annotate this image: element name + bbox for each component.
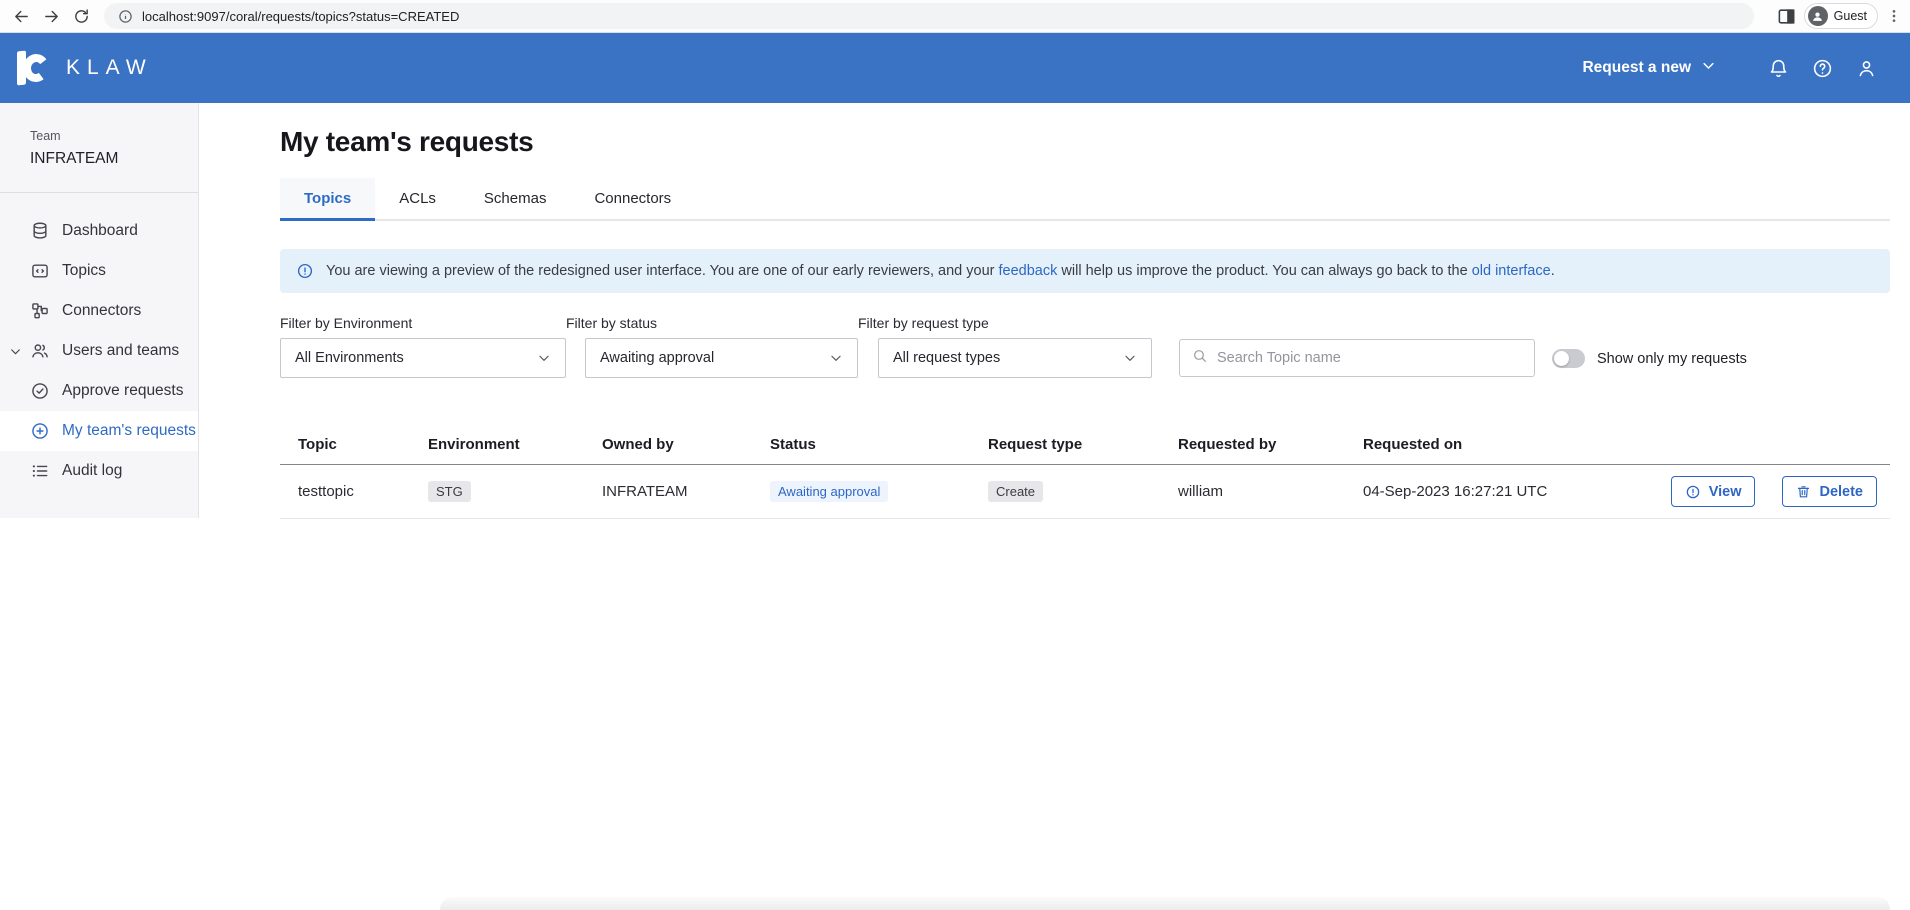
chevron-down-icon [1701, 58, 1716, 78]
sidebar-item-audit-log[interactable]: Audit log [0, 451, 198, 491]
sidebar-item-label: Connectors [62, 302, 141, 320]
status-filter-select[interactable]: Awaiting approval [585, 338, 858, 378]
request-type-filter-label: Filter by request type [858, 315, 1152, 331]
address-bar[interactable]: localhost:9097/coral/requests/topics?sta… [104, 3, 1754, 29]
request-type-badge: Create [988, 481, 1043, 502]
environment-badge: STG [428, 481, 471, 502]
col-environment: Environment [428, 436, 602, 453]
filters-bar: Filter by Environment All Environments F… [280, 315, 1890, 378]
bell-icon[interactable] [1756, 58, 1800, 79]
check-circle-icon [30, 381, 50, 401]
requests-table: Topic Environment Owned by Status Reques… [280, 425, 1890, 519]
status-filter-value: Awaiting approval [600, 350, 714, 366]
show-only-my-requests-toggle[interactable] [1552, 349, 1585, 368]
cell-requested-by: william [1178, 483, 1363, 500]
forward-icon[interactable] [36, 2, 66, 30]
sidebar-item-users-and-teams[interactable]: Users and teams [0, 331, 198, 371]
col-status: Status [770, 436, 988, 453]
plus-circle-icon [30, 421, 50, 441]
search-icon [1192, 348, 1208, 369]
sidebar-item-label: Users and teams [62, 342, 179, 360]
brand-name: KLAW [66, 56, 153, 80]
banner-text: You are viewing a preview of the redesig… [326, 263, 1555, 279]
status-badge: Awaiting approval [770, 481, 888, 502]
database-icon [30, 221, 50, 241]
sidebar-item-topics[interactable]: Topics [0, 251, 198, 291]
tab-topics[interactable]: Topics [280, 178, 375, 219]
status-filter-label: Filter by status [566, 315, 858, 331]
team-name: INFRATEAM [30, 150, 198, 168]
preview-banner: You are viewing a preview of the redesig… [280, 249, 1890, 293]
sidebar-item-label: Approve requests [62, 382, 184, 400]
chevron-down-icon[interactable] [9, 345, 22, 358]
environment-filter-label: Filter by Environment [280, 315, 566, 331]
sidebar-item-my-teams-requests[interactable]: My team's requests [0, 411, 198, 451]
sidebar-item-label: My team's requests [62, 422, 196, 440]
tab-acls[interactable]: ACLs [375, 178, 460, 219]
url-text[interactable]: localhost:9097/coral/requests/topics?sta… [142, 9, 459, 24]
request-type-tabs: Topics ACLs Schemas Connectors [280, 178, 1890, 221]
col-request-type: Request type [988, 436, 1178, 453]
help-icon[interactable] [1800, 58, 1844, 79]
cell-owned-by: INFRATEAM [602, 483, 770, 500]
people-icon [30, 341, 50, 361]
topic-box-icon [30, 261, 50, 281]
back-icon[interactable] [6, 2, 36, 30]
browser-toolbar: localhost:9097/coral/requests/topics?sta… [0, 0, 1910, 33]
reload-icon[interactable] [66, 2, 96, 30]
tab-schemas[interactable]: Schemas [460, 178, 571, 219]
profile-name: Guest [1834, 9, 1867, 23]
environment-filter-select[interactable]: All Environments [280, 338, 566, 378]
app-header: KLAW Request a new [0, 33, 1910, 103]
table-header-row: Topic Environment Owned by Status Reques… [280, 425, 1890, 465]
connectors-icon [30, 301, 50, 321]
col-requested-by: Requested by [1178, 436, 1363, 453]
trash-icon [1796, 484, 1811, 499]
topic-search [1179, 339, 1535, 377]
chevron-down-icon [537, 351, 551, 365]
chevron-down-icon [1123, 351, 1137, 365]
request-a-new-label: Request a new [1582, 59, 1691, 77]
toggle-label: Show only my requests [1597, 351, 1747, 367]
feedback-link[interactable]: feedback [999, 263, 1058, 279]
kebab-menu-icon[interactable] [1886, 8, 1902, 24]
sidebar-item-connectors[interactable]: Connectors [0, 291, 198, 331]
delete-button[interactable]: Delete [1782, 476, 1877, 507]
site-info-icon[interactable] [118, 9, 133, 24]
team-label: Team [30, 129, 198, 143]
brand[interactable]: KLAW [0, 49, 153, 87]
avatar [1808, 6, 1828, 26]
view-button[interactable]: View [1671, 476, 1756, 507]
user-icon[interactable] [1844, 58, 1888, 79]
environment-filter-value: All Environments [295, 350, 404, 366]
sidebar-item-label: Topics [62, 262, 106, 280]
request-a-new-button[interactable]: Request a new [1582, 58, 1716, 78]
col-requested-on: Requested on [1363, 436, 1643, 453]
sidebar-item-label: Audit log [62, 462, 122, 480]
table-row: testtopic STG INFRATEAM Awaiting approva… [280, 465, 1890, 519]
info-circle-icon [296, 262, 314, 280]
main-content: My team's requests Topics ACLs Schemas C… [199, 103, 1910, 910]
search-input[interactable] [1217, 350, 1522, 366]
tab-connectors[interactable]: Connectors [570, 178, 695, 219]
old-interface-link[interactable]: old interface [1472, 263, 1551, 279]
info-circle-icon [1685, 484, 1701, 500]
sidebar: Team INFRATEAM Dashboard Topics Connecto… [0, 103, 199, 518]
klaw-logo-icon [15, 49, 51, 87]
cell-requested-on: 04-Sep-2023 16:27:21 UTC [1363, 483, 1643, 500]
request-type-filter-select[interactable]: All request types [878, 338, 1152, 378]
browser-profile[interactable]: Guest [1804, 3, 1878, 29]
sidebar-item-dashboard[interactable]: Dashboard [0, 211, 198, 251]
cell-topic: testtopic [298, 483, 428, 500]
audit-list-icon [30, 461, 50, 481]
col-topic: Topic [298, 436, 428, 453]
dock-shadow [440, 897, 1890, 910]
sidebar-item-label: Dashboard [62, 222, 138, 240]
chevron-down-icon [829, 351, 843, 365]
side-panel-icon[interactable] [1777, 7, 1796, 26]
col-owned-by: Owned by [602, 436, 770, 453]
page-title: My team's requests [280, 126, 1890, 158]
sidebar-item-approve-requests[interactable]: Approve requests [0, 371, 198, 411]
request-type-filter-value: All request types [893, 350, 1000, 366]
